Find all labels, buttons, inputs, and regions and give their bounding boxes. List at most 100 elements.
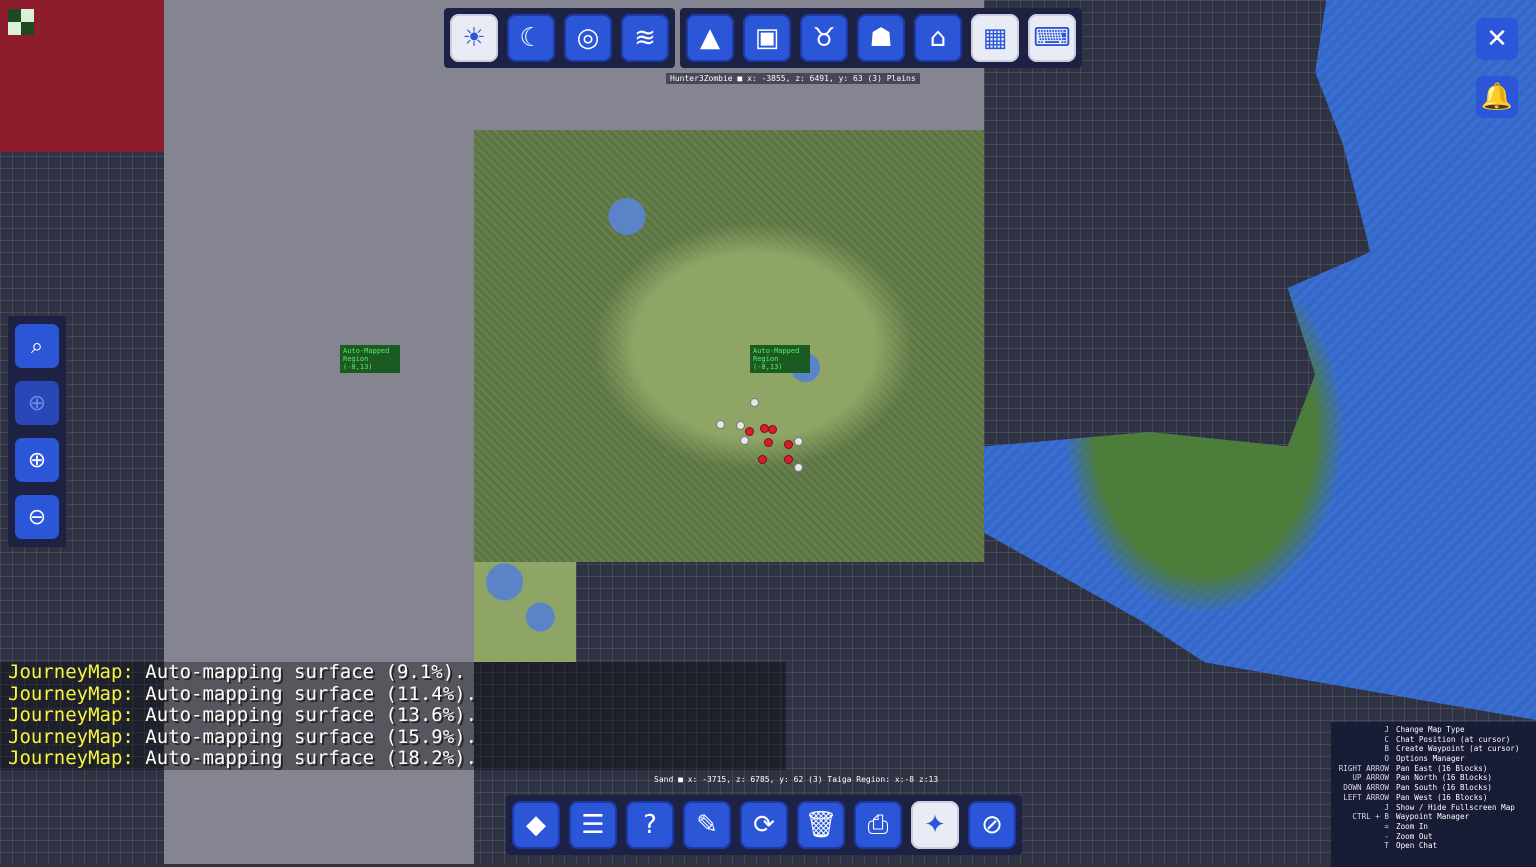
sun-icon: ☀ bbox=[462, 23, 486, 53]
chat-message: Auto-mapping surface (11.4%). bbox=[145, 682, 478, 705]
key-name: LEFT ARROW bbox=[1343, 792, 1389, 802]
keybinding-row: C Chat Position (at cursor) bbox=[1331, 735, 1536, 745]
refresh-icon: ⟳ bbox=[753, 810, 775, 840]
keybindings-panel: J Change Map Type C Chat Position (at curso… bbox=[1331, 722, 1536, 867]
key-action: Zoom Out bbox=[1396, 831, 1433, 841]
search-button[interactable]: ⌕ bbox=[15, 324, 59, 368]
topo-map-button[interactable]: ◎ bbox=[564, 14, 612, 62]
disable-button[interactable]: ⊘ bbox=[968, 801, 1016, 849]
key-action: Show / Hide Fullscreen Map bbox=[1396, 802, 1515, 812]
key-action: Change Map Type bbox=[1396, 725, 1465, 734]
hostile-mob-marker[interactable] bbox=[784, 440, 793, 449]
creeper-icon: ▣ bbox=[754, 23, 780, 53]
passive-mob-marker[interactable] bbox=[716, 420, 725, 429]
keybinding-row: O Options Manager bbox=[1331, 754, 1536, 764]
theme-icon: ✎ bbox=[696, 810, 718, 840]
theme-button[interactable]: ✎ bbox=[683, 801, 731, 849]
hostile-mob-marker[interactable] bbox=[784, 455, 793, 464]
keybinding-row: T Open Chat bbox=[1331, 841, 1536, 851]
key-name: J bbox=[1384, 725, 1389, 734]
zoom-in-icon: ⊕ bbox=[27, 447, 47, 473]
night-map-button[interactable]: ☾ bbox=[507, 14, 555, 62]
passive-mob-marker[interactable] bbox=[736, 421, 745, 430]
chat-source: JourneyMap: bbox=[8, 747, 134, 770]
villagers-button[interactable]: ⌂ bbox=[914, 14, 962, 62]
key-name: CTRL + B bbox=[1352, 812, 1389, 822]
keybinds-button[interactable]: ⌨ bbox=[1028, 14, 1076, 62]
passive-mob-marker[interactable] bbox=[794, 437, 803, 446]
keybinding-row: = Zoom In bbox=[1331, 822, 1536, 832]
chat-message: Auto-mapping surface (13.6%). bbox=[145, 704, 478, 727]
chat-message: Auto-mapping surface (18.2%). bbox=[145, 747, 478, 770]
cursor-location-readout: Sand ■ x: -3715, z: 6785, y: 62 (3) Taig… bbox=[654, 775, 939, 784]
chat-panel: JourneyMap: Auto-mapping surface (9.1%).… bbox=[0, 661, 786, 770]
caves-button[interactable]: ▲ bbox=[686, 14, 734, 62]
key-name: RIGHT ARROW bbox=[1338, 763, 1389, 773]
villager-icon: ⌂ bbox=[929, 23, 947, 53]
passive-mob-marker[interactable] bbox=[794, 463, 803, 472]
region-label: Auto-Mapped Region (-8,13) bbox=[340, 345, 400, 373]
bell-icon: 🔔 bbox=[1480, 82, 1514, 112]
zoom-out-button[interactable]: ⊖ bbox=[15, 495, 59, 539]
center-on-player-icon: ⊕ bbox=[27, 390, 47, 416]
chat-source: JourneyMap: bbox=[8, 725, 134, 748]
keybinding-row: J Change Map Type bbox=[1331, 725, 1536, 735]
keybinding-row: LEFT ARROW Pan West (16 Blocks) bbox=[1331, 793, 1536, 803]
grid-button[interactable]: ▦ bbox=[971, 14, 1019, 62]
layers-button[interactable]: ≋ bbox=[621, 14, 669, 62]
region-label: Auto-Mapped Region (-8,13) bbox=[750, 345, 810, 373]
hostile-mob-marker[interactable] bbox=[764, 438, 773, 447]
chat-source: JourneyMap: bbox=[8, 661, 134, 683]
hostile-mob-marker[interactable] bbox=[768, 425, 777, 434]
passive-mob-marker[interactable] bbox=[740, 436, 749, 445]
keybinding-row: B Create Waypoint (at cursor) bbox=[1331, 744, 1536, 754]
topo-icon: ◎ bbox=[576, 23, 600, 53]
layers-toolbar: ▲ ▣ ♉ ☗ ⌂ ▦ ⌨ bbox=[680, 8, 1082, 68]
keybinding-row: - Zoom Out bbox=[1331, 832, 1536, 842]
chat-line: JourneyMap: Auto-mapping surface (18.2%)… bbox=[0, 748, 786, 770]
key-name: O bbox=[1384, 754, 1389, 764]
moon-icon: ☾ bbox=[519, 23, 543, 53]
animals-button[interactable]: ♉ bbox=[800, 14, 848, 62]
pets-button[interactable]: ☗ bbox=[857, 14, 905, 62]
chat-line: JourneyMap: Auto-mapping surface (9.1%). bbox=[0, 661, 786, 684]
key-action: Pan South (16 Blocks) bbox=[1396, 783, 1493, 793]
zoom-in-button[interactable]: ⊕ bbox=[15, 438, 59, 482]
key-name: C bbox=[1384, 734, 1389, 744]
key-action: Waypoint Manager bbox=[1396, 812, 1470, 822]
export-button[interactable]: ⎙ bbox=[854, 801, 902, 849]
key-name: J bbox=[1384, 802, 1389, 812]
waypoints-button[interactable]: ◆ bbox=[512, 801, 560, 849]
chat-line: JourneyMap: Auto-mapping surface (13.6%)… bbox=[0, 704, 786, 727]
automap-button[interactable]: ✦ bbox=[911, 801, 959, 849]
key-name: - bbox=[1384, 831, 1389, 841]
keybinding-row: J Show / Hide Fullscreen Map bbox=[1331, 803, 1536, 813]
key-action: Pan West (16 Blocks) bbox=[1396, 792, 1488, 802]
zoom-sidebar: ⌕ ⊕ ⊕ ⊖ bbox=[8, 316, 66, 547]
options-button[interactable]: ☰ bbox=[569, 801, 617, 849]
refresh-button[interactable]: ⟳ bbox=[740, 801, 788, 849]
notifications-button[interactable]: 🔔 bbox=[1476, 76, 1518, 118]
hostile-mob-marker[interactable] bbox=[758, 455, 767, 464]
explored-terrain-center bbox=[474, 130, 984, 562]
help-button[interactable]: ? bbox=[626, 801, 674, 849]
chat-source: JourneyMap: bbox=[8, 682, 134, 705]
hostile-mob-marker[interactable] bbox=[745, 427, 754, 436]
delete-button[interactable]: 🗑 bbox=[797, 801, 845, 849]
layers-icon: ≋ bbox=[634, 23, 656, 53]
key-action: Zoom In bbox=[1396, 821, 1429, 831]
zoom-out-icon: ⊖ bbox=[27, 504, 47, 530]
options-icon: ☰ bbox=[581, 810, 605, 840]
center-on-player-button[interactable]: ⊕ bbox=[15, 381, 59, 425]
explored-terrain-strip bbox=[474, 562, 576, 662]
key-action: Chat Position (at cursor) bbox=[1396, 734, 1511, 744]
disable-icon: ⊘ bbox=[981, 810, 1003, 840]
cow-icon: ♉ bbox=[812, 23, 836, 53]
chat-source: JourneyMap: bbox=[8, 704, 134, 727]
passive-mob-marker[interactable] bbox=[750, 398, 759, 407]
day-map-button[interactable]: ☀ bbox=[450, 14, 498, 62]
mountain-icon: ▲ bbox=[700, 23, 720, 53]
close-button[interactable]: ✕ bbox=[1476, 18, 1518, 60]
players-button[interactable]: ▣ bbox=[743, 14, 791, 62]
key-name: UP ARROW bbox=[1352, 773, 1389, 783]
